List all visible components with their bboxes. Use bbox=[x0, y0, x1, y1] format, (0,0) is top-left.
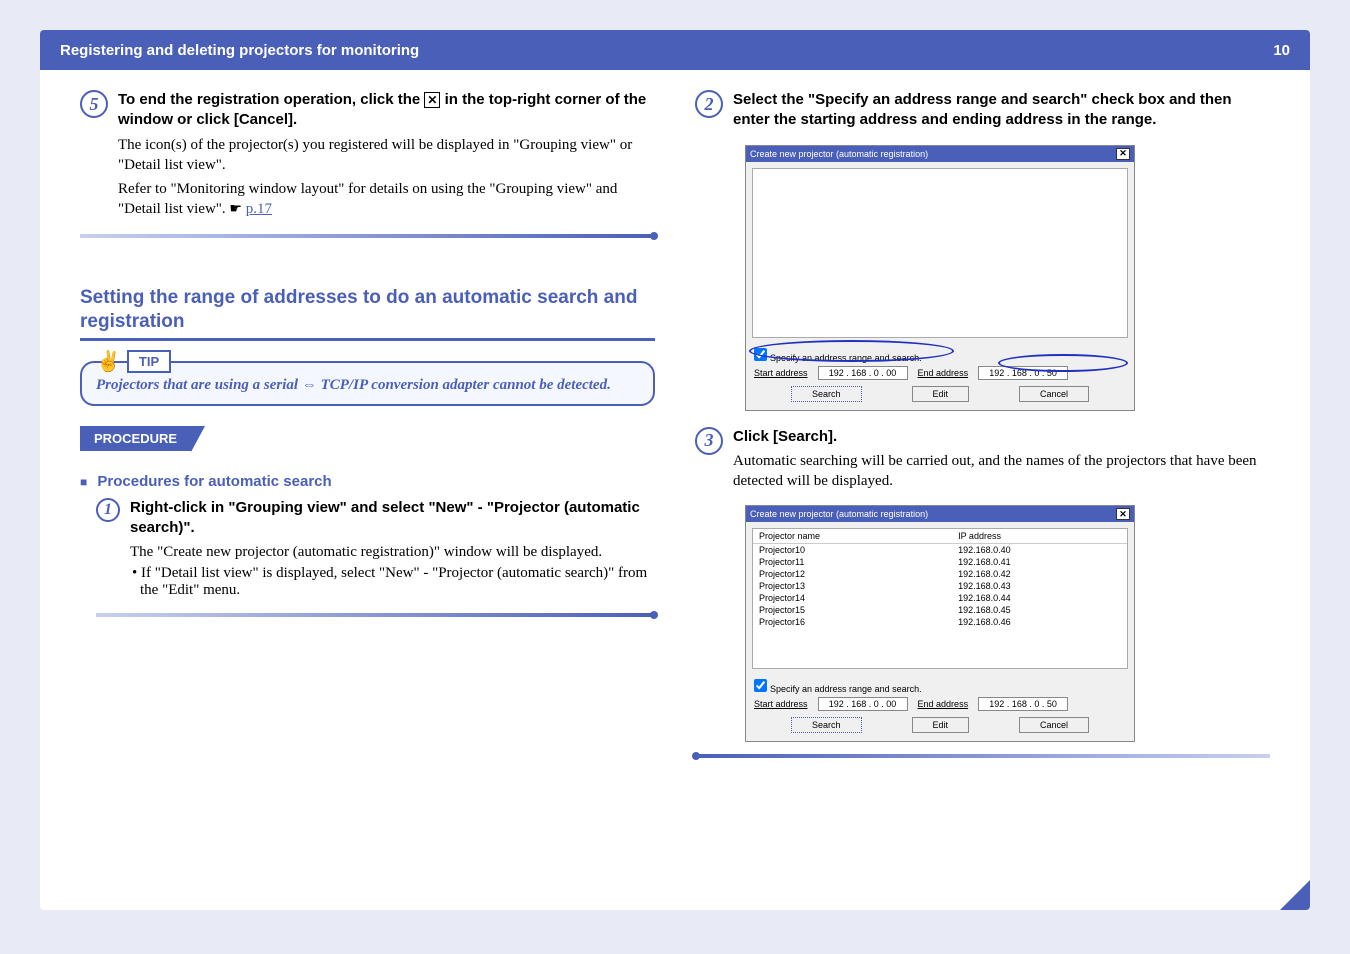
step-num-2: 2 bbox=[695, 90, 723, 118]
cancel-button[interactable]: Cancel bbox=[1019, 717, 1089, 733]
dialog2-title: Create new projector (automatic registra… bbox=[750, 509, 928, 519]
ip-cell: 192.168.0.46 bbox=[958, 617, 1011, 627]
divider bbox=[96, 613, 655, 617]
start-address-label: Start address bbox=[754, 699, 808, 709]
page-link-p17[interactable]: p.17 bbox=[246, 201, 272, 217]
table-row[interactable]: Projector16192.168.0.46 bbox=[753, 616, 1127, 628]
square-icon: ■ bbox=[80, 475, 87, 489]
ip-cell: 192.168.0.40 bbox=[958, 545, 1011, 555]
end-address-input[interactable]: 192 . 168 . 0 . 50 bbox=[978, 697, 1068, 711]
step3-heading: Click [Search]. bbox=[733, 427, 1270, 447]
page-title: Registering and deleting projectors for … bbox=[60, 42, 419, 59]
end-address-input[interactable]: 192 . 168 . 0 . 50 bbox=[978, 366, 1068, 380]
section-heading: Setting the range of addresses to do an … bbox=[80, 286, 655, 334]
tip-hand-icon: ✌ bbox=[96, 349, 121, 374]
projector-name-cell: Projector14 bbox=[759, 593, 958, 603]
page-header: Registering and deleting projectors for … bbox=[40, 30, 1310, 70]
dialog2-list: Projector name IP address Projector10192… bbox=[752, 528, 1128, 669]
end-address-label: End address bbox=[918, 368, 969, 378]
step3-body: Automatic searching will be carried out,… bbox=[733, 451, 1270, 492]
step-1: 1 Right-click in "Grouping view" and sel… bbox=[96, 498, 655, 600]
hand-icon: ☛ bbox=[229, 202, 242, 217]
table-row[interactable]: Projector11192.168.0.41 bbox=[753, 556, 1127, 568]
start-address-input[interactable]: 192 . 168 . 0 . 00 bbox=[818, 697, 908, 711]
col-ip-address: IP address bbox=[958, 531, 1001, 541]
step-5: 5 To end the registration operation, cli… bbox=[80, 90, 655, 220]
page-number: 10 bbox=[1273, 42, 1290, 59]
table-row[interactable]: Projector12192.168.0.42 bbox=[753, 568, 1127, 580]
step-2: 2 Select the "Specify an address range a… bbox=[695, 90, 1270, 131]
projector-name-cell: Projector15 bbox=[759, 605, 958, 615]
close-icon[interactable]: ✕ bbox=[1116, 508, 1130, 520]
specify-range-checkbox[interactable]: Specify an address range and search. bbox=[754, 353, 922, 363]
projector-name-cell: Projector12 bbox=[759, 569, 958, 579]
start-address-input[interactable]: 192 . 168 . 0 . 00 bbox=[818, 366, 908, 380]
projector-name-cell: Projector10 bbox=[759, 545, 958, 555]
step5-body2: Refer to "Monitoring window layout" for … bbox=[118, 179, 655, 220]
col-projector-name: Projector name bbox=[759, 531, 958, 541]
page: Registering and deleting projectors for … bbox=[40, 30, 1310, 910]
step1-heading: Right-click in "Grouping view" and selec… bbox=[130, 498, 655, 539]
projector-name-cell: Projector11 bbox=[759, 557, 958, 567]
step5-body1: The icon(s) of the projector(s) you regi… bbox=[118, 135, 655, 176]
left-column: 5 To end the registration operation, cli… bbox=[80, 90, 655, 776]
end-address-label: End address bbox=[918, 699, 969, 709]
ip-cell: 192.168.0.42 bbox=[958, 569, 1011, 579]
ip-cell: 192.168.0.45 bbox=[958, 605, 1011, 615]
search-button[interactable]: Search bbox=[791, 386, 862, 402]
projector-name-cell: Projector13 bbox=[759, 581, 958, 591]
table-row[interactable]: Projector13192.168.0.43 bbox=[753, 580, 1127, 592]
ip-cell: 192.168.0.43 bbox=[958, 581, 1011, 591]
step1-bullet: • If "Detail list view" is displayed, se… bbox=[130, 565, 655, 599]
dialog1-title: Create new projector (automatic registra… bbox=[750, 149, 928, 159]
ip-cell: 192.168.0.44 bbox=[958, 593, 1011, 603]
close-icon[interactable]: ✕ bbox=[1116, 148, 1130, 160]
tip-text: Projectors that are using a serial ⇔ TCP… bbox=[96, 377, 639, 394]
dialog-screenshot-1: Create new projector (automatic registra… bbox=[745, 145, 1135, 411]
table-row[interactable]: Projector10192.168.0.40 bbox=[753, 544, 1127, 556]
ip-cell: 192.168.0.41 bbox=[958, 557, 1011, 567]
step-3: 3 Click [Search]. Automatic searching wi… bbox=[695, 427, 1270, 492]
specify-range-checkbox[interactable]: Specify an address range and search. bbox=[754, 684, 922, 694]
divider bbox=[695, 754, 1270, 758]
step-num-1: 1 bbox=[96, 498, 120, 522]
step-num-5: 5 bbox=[80, 90, 108, 118]
start-address-label: Start address bbox=[754, 368, 808, 378]
step5-heading: To end the registration operation, click… bbox=[118, 90, 655, 131]
right-column: 2 Select the "Specify an address range a… bbox=[695, 90, 1270, 776]
cancel-button[interactable]: Cancel bbox=[1019, 386, 1089, 402]
step1-body: The "Create new projector (automatic reg… bbox=[130, 542, 655, 562]
projector-name-cell: Projector16 bbox=[759, 617, 958, 627]
step-num-3: 3 bbox=[695, 427, 723, 455]
section-underline bbox=[80, 338, 655, 341]
edit-button[interactable]: Edit bbox=[912, 717, 970, 733]
dialog1-list bbox=[752, 168, 1128, 338]
edit-button[interactable]: Edit bbox=[912, 386, 970, 402]
tip-label: TIP bbox=[127, 350, 171, 373]
divider bbox=[80, 234, 655, 238]
page-corner-icon bbox=[1280, 880, 1310, 910]
tip-box: ✌ TIP Projectors that are using a serial… bbox=[80, 361, 655, 406]
table-row[interactable]: Projector14192.168.0.44 bbox=[753, 592, 1127, 604]
step2-heading: Select the "Specify an address range and… bbox=[733, 90, 1270, 131]
close-icon: ✕ bbox=[424, 92, 440, 108]
search-button[interactable]: Search bbox=[791, 717, 862, 733]
sub-heading: ■ Procedures for automatic search bbox=[80, 473, 655, 490]
table-row[interactable]: Projector15192.168.0.45 bbox=[753, 604, 1127, 616]
dialog-screenshot-2: Create new projector (automatic registra… bbox=[745, 505, 1135, 742]
procedure-label: PROCEDURE bbox=[80, 426, 191, 451]
